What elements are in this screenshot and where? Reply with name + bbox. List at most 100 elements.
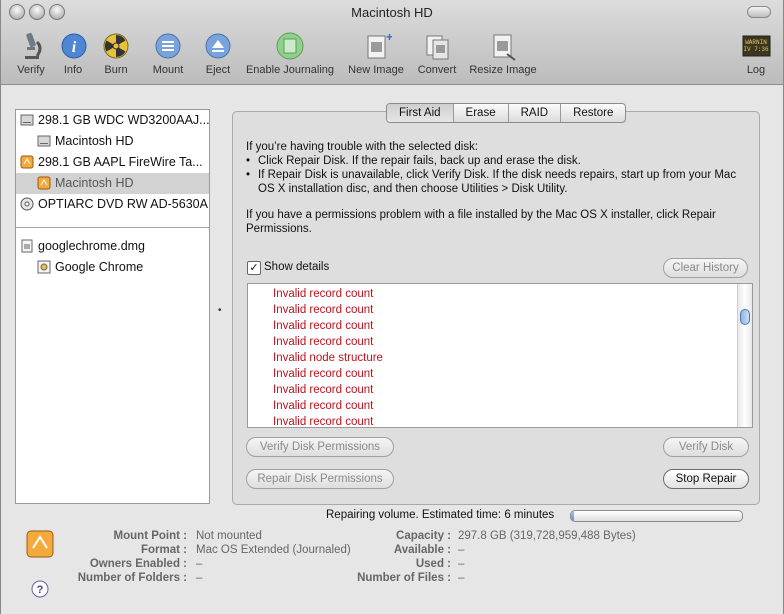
eject-button[interactable]: Eject (201, 30, 235, 76)
capacity-value: 297.8 GB (319,728,959,488 Bytes) (458, 530, 636, 542)
show-details-label: Show details (264, 261, 330, 273)
sidebar-item-dvd-drive[interactable]: OPTIARC DVD RW AD-5630A (16, 194, 209, 215)
info-icon: i (58, 30, 90, 62)
svg-text:?: ? (37, 584, 44, 596)
convert-label: Convert (417, 64, 457, 76)
svg-text:WARNIN: WARNIN (745, 39, 767, 46)
format-label: Format : (141, 544, 187, 556)
sidebar-item-dmg[interactable]: googlechrome.dmg (16, 236, 209, 257)
repair-progress-bar (570, 510, 743, 522)
repair-disk-permissions-button[interactable]: Repair Disk Permissions (246, 469, 394, 489)
resize-image-label: Resize Image (469, 64, 537, 76)
svg-text:i: i (72, 39, 77, 56)
volume-icon (37, 134, 51, 148)
svg-text:IV 7:36: IV 7:36 (743, 46, 769, 53)
sidebar-item-firewire-macintosh-hd[interactable]: Macintosh HD (16, 173, 209, 194)
sidebar-item-label: 298.1 GB AAPL FireWire Ta... (38, 155, 203, 169)
tab-first-aid[interactable]: First Aid (387, 104, 453, 122)
help-bullet-1: Click Repair Disk. If the repair fails, … (246, 155, 581, 167)
hard-disk-icon (20, 113, 34, 127)
mount-icon (152, 30, 184, 62)
resize-image-icon (487, 30, 519, 62)
burn-label: Burn (104, 64, 128, 76)
toolbar: Macintosh HD Verify i Info Burn Mount Ej… (1, 0, 783, 85)
firewire-disk-icon (20, 155, 34, 169)
mount-button[interactable]: Mount (148, 30, 188, 76)
convert-icon (421, 30, 453, 62)
first-aid-help-text: If you’re having trouble with the select… (246, 140, 746, 248)
sidebar-item-label: Google Chrome (55, 260, 144, 274)
log-line: Invalid record count (273, 320, 374, 332)
info-label: Info (63, 64, 83, 76)
log-line: Invalid record count (273, 400, 374, 412)
new-image-button[interactable]: + New Image (345, 30, 407, 76)
disk-list: 298.1 GB WDC WD3200AAJ... Macintosh HD 2… (15, 109, 210, 504)
log-line: Invalid record count (273, 304, 374, 316)
info-button[interactable]: i Info (58, 30, 88, 76)
verify-button[interactable]: Verify (13, 30, 49, 76)
tab-restore[interactable]: Restore (560, 104, 625, 122)
help-permissions: If you have a permissions problem with a… (246, 209, 716, 235)
log-button[interactable]: WARNIN IV 7:36 Log (739, 30, 773, 76)
stop-repair-button[interactable]: Stop Repair (663, 469, 749, 489)
progress-fill (571, 511, 575, 521)
log-line: Invalid record count (273, 384, 374, 396)
log-scroll-thumb[interactable] (740, 309, 750, 325)
sidebar-item-macintosh-hd[interactable]: Macintosh HD (16, 131, 209, 152)
log-line: Invalid record count (273, 336, 374, 348)
sidebar-item-label: Macintosh HD (55, 176, 134, 190)
help-intro: If you’re having trouble with the select… (246, 141, 479, 153)
sidebar-item-label: 298.1 GB WDC WD3200AAJ... (38, 113, 209, 127)
verify-label: Verify (17, 64, 45, 76)
sidebar-item-firewire-disk[interactable]: 298.1 GB AAPL FireWire Ta... (16, 152, 209, 173)
eject-label: Eject (205, 64, 231, 76)
window-title: Macintosh HD (351, 5, 433, 20)
help-bullet-2: If Repair Disk is unavailable, click Ver… (246, 168, 746, 196)
sidebar-divider (16, 227, 209, 228)
mount-point-label: Mount Point : (113, 530, 187, 542)
convert-button[interactable]: Convert (414, 30, 460, 76)
enable-journaling-button[interactable]: Enable Journaling (241, 30, 339, 76)
mount-label: Mount (152, 64, 184, 76)
dmg-icon (20, 239, 34, 253)
sidebar-item-label: OPTIARC DVD RW AD-5630A (38, 197, 208, 211)
number-of-folders-value: – (196, 572, 203, 584)
sidebar-item-wdc-disk[interactable]: 298.1 GB WDC WD3200AAJ... (16, 110, 209, 131)
capacity-label: Capacity : (396, 530, 451, 542)
sidebar-item-google-chrome[interactable]: Google Chrome (16, 257, 209, 278)
log-icon: WARNIN IV 7:36 (740, 30, 772, 62)
log-line: Invalid record count (273, 416, 374, 428)
verify-disk-permissions-button[interactable]: Verify Disk Permissions (246, 437, 394, 457)
tab-bar: First Aid Erase RAID Restore (386, 103, 627, 123)
show-details-checkbox[interactable]: ✓ (247, 261, 261, 275)
burn-icon (100, 30, 132, 62)
eject-icon (202, 30, 234, 62)
number-of-folders-label: Number of Folders : (77, 572, 187, 584)
used-label: Used : (415, 558, 451, 570)
log-scrollbar[interactable] (737, 284, 752, 427)
firewire-volume-icon (37, 176, 51, 190)
new-image-icon: + (360, 30, 393, 62)
log-line: Invalid record count (273, 288, 374, 300)
resize-image-button[interactable]: Resize Image (466, 30, 540, 76)
used-value: – (458, 558, 465, 570)
status-text: Repairing volume. Estimated time: 6 minu… (326, 509, 555, 521)
number-of-files-value: – (458, 572, 465, 584)
chrome-volume-icon (37, 260, 51, 274)
repair-log: Invalid record count Invalid record coun… (247, 283, 753, 428)
log-line: Invalid record count (273, 368, 374, 380)
split-view-handle[interactable]: • (218, 305, 222, 316)
tab-erase[interactable]: Erase (452, 104, 508, 122)
verify-disk-button[interactable]: Verify Disk (663, 437, 749, 457)
enable-journaling-label: Enable Journaling (245, 64, 335, 76)
svg-text:+: + (386, 30, 392, 44)
journaling-icon (274, 30, 306, 62)
new-image-label: New Image (348, 64, 404, 76)
owners-enabled-label: Owners Enabled : (89, 558, 187, 570)
clear-history-button[interactable]: Clear History (663, 258, 748, 278)
sidebar-item-label: googlechrome.dmg (38, 239, 146, 253)
log-label: Log (746, 64, 766, 76)
tab-raid[interactable]: RAID (507, 104, 560, 122)
burn-button[interactable]: Burn (99, 30, 133, 76)
toolbar-toggle-button[interactable] (747, 6, 771, 18)
